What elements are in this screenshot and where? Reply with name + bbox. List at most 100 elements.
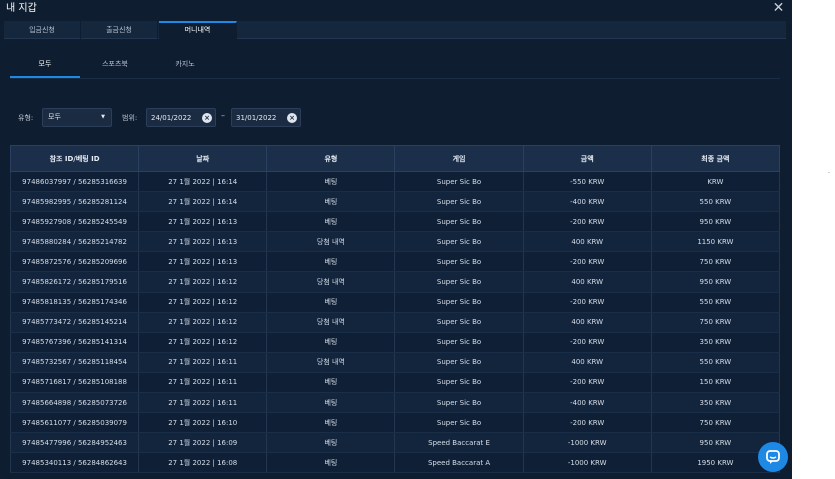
table-cell: 베팅 [266,412,396,434]
table-cell: 97485732567 / 56285118454 [9,352,140,373]
table-cell: 750 KRW [650,412,781,434]
table-cell: 베팅 [266,372,396,394]
table-cell: 27 1월 2022 | 16:11 [138,392,268,414]
modal-title: 내 지갑 [6,3,37,14]
table-cell: 27 1월 2022 | 16:12 [138,332,268,353]
table-row: 97485767396 / 56285141314 27 1월 2022 | 16… [9,332,781,353]
table-cell: -200 KRW [522,372,652,394]
date-from-input[interactable] [151,112,201,124]
subtab-all[interactable]: 모두 [10,57,80,78]
table-cell: 97485477996 / 56284952463 [9,432,140,454]
table-cell: -200 KRW [522,292,652,313]
table-cell: 베팅 [266,191,396,213]
edge-mark: · [828,170,830,177]
table-cell: 400 KRW [522,271,652,293]
subtab-sportsbook[interactable]: 스포츠북 [80,57,150,78]
table-body: 97486037997 / 56285316639 27 1월 2022 | 16… [9,171,781,474]
clear-icon[interactable]: × [287,113,297,123]
table-cell: 27 1월 2022 | 16:11 [138,352,268,373]
table-cell: 550 KRW [650,352,781,373]
chat-button[interactable] [758,442,788,472]
table-cell: 27 1월 2022 | 16:09 [138,432,268,454]
table-row: 97485340113 / 56284862643 27 1월 2022 | 16… [9,452,781,474]
table-row: 97485927908 / 56285245549 27 1월 2022 | 16… [9,211,781,233]
table-cell: 베팅 [266,432,396,454]
table-cell: 550 KRW [650,191,781,213]
caret-down-icon: ▼ [101,114,105,120]
column-header: 게임 [394,145,524,172]
subtab-divider [10,78,780,79]
table-cell: 97485340113 / 56284862643 [9,452,140,474]
table-cell: 97485716817 / 56285108188 [9,372,140,394]
subtab-casino[interactable]: 카지노 [150,57,220,78]
table-cell: 400 KRW [522,352,652,373]
table-cell: 97485826172 / 56285179516 [9,271,140,293]
table-cell: Super Sic Bo [394,211,524,233]
table-cell: 97485927908 / 56285245549 [9,211,140,233]
table-cell: 97485767396 / 56285141314 [9,332,140,353]
table-cell: 350 KRW [650,392,781,414]
table-cell: 27 1월 2022 | 16:11 [138,372,268,394]
table-cell: 97486037997 / 56285316639 [9,171,140,193]
table-header-row: 참조 ID/베팅 ID 날짜 유형 게임 금액 최종 금액 [9,145,781,172]
column-header: 최종 금액 [650,145,781,172]
table-cell: 베팅 [266,332,396,353]
close-icon[interactable]: ✕ [772,1,785,15]
table-cell: Speed Baccarat E [394,432,524,454]
table-cell: 베팅 [266,452,396,474]
table-cell: Super Sic Bo [394,271,524,293]
table-cell: 400 KRW [522,312,652,333]
table-cell: 950 KRW [650,271,781,293]
table-row: 97485611077 / 56285039079 27 1월 2022 | 16… [9,412,781,434]
table-row: 97485664898 / 56285073726 27 1월 2022 | 16… [9,392,781,414]
table-cell: -1000 KRW [522,432,652,454]
table-cell: 당첨 내역 [266,312,396,333]
table-cell: 400 KRW [522,231,652,253]
table-cell: -550 KRW [522,171,652,193]
table-cell: 베팅 [266,292,396,313]
clear-icon[interactable]: × [202,113,212,123]
table-cell: 27 1월 2022 | 16:12 [138,292,268,313]
type-select[interactable]: 모두 ▼ [42,108,112,127]
table-cell: 27 1월 2022 | 16:10 [138,412,268,434]
column-header: 참조 ID/베팅 ID [9,145,140,172]
date-from-field[interactable]: × [146,108,216,127]
date-to-field[interactable]: × [231,108,301,127]
table-cell: Super Sic Bo [394,312,524,333]
table-row: 97485880284 / 56285214782 27 1월 2022 | 16… [9,231,781,253]
table-row: 97485773472 / 56285145214 27 1월 2022 | 16… [9,312,781,333]
table-cell: -400 KRW [522,392,652,414]
column-header: 유형 [266,145,396,172]
table-cell: 550 KRW [650,292,781,313]
table-cell: Super Sic Bo [394,171,524,193]
table-cell: 97485611077 / 56285039079 [9,412,140,434]
table-cell: 27 1월 2022 | 16:13 [138,211,268,233]
table-cell: 750 KRW [650,312,781,333]
table-cell: Super Sic Bo [394,191,524,213]
table-cell: 1150 KRW [650,231,781,253]
table-cell: Super Sic Bo [394,332,524,353]
table-cell: 27 1월 2022 | 16:13 [138,251,268,273]
table-cell: 97485818135 / 56285174346 [9,292,140,313]
table-cell: 27 1월 2022 | 16:14 [138,171,268,193]
tab-deposit[interactable]: 입금신청 [4,21,81,39]
date-to-input[interactable] [236,112,286,124]
table-cell: -400 KRW [522,191,652,213]
table-cell: 150 KRW [650,372,781,394]
table-row: 97486037997 / 56285316639 27 1월 2022 | 16… [9,171,781,193]
range-filter-label: 범위: [122,114,138,122]
table-row: 97485818135 / 56285174346 27 1월 2022 | 16… [9,292,781,313]
column-header: 날짜 [138,145,268,172]
table-cell: -200 KRW [522,211,652,233]
table-cell: 350 KRW [650,332,781,353]
table-cell: Super Sic Bo [394,412,524,434]
tab-withdraw[interactable]: 출금신청 [81,21,158,39]
table-row: 97485982995 / 56285281124 27 1월 2022 | 16… [9,191,781,213]
tab-money-history[interactable]: 머니내역 [159,21,237,39]
table-cell: Super Sic Bo [394,352,524,373]
table-cell: 97485982995 / 56285281124 [9,191,140,213]
table-row: 97485732567 / 56285118454 27 1월 2022 | 16… [9,352,781,373]
type-select-value: 모두 [48,113,61,121]
table-cell: -1000 KRW [522,452,652,474]
table-cell: -200 KRW [522,251,652,273]
